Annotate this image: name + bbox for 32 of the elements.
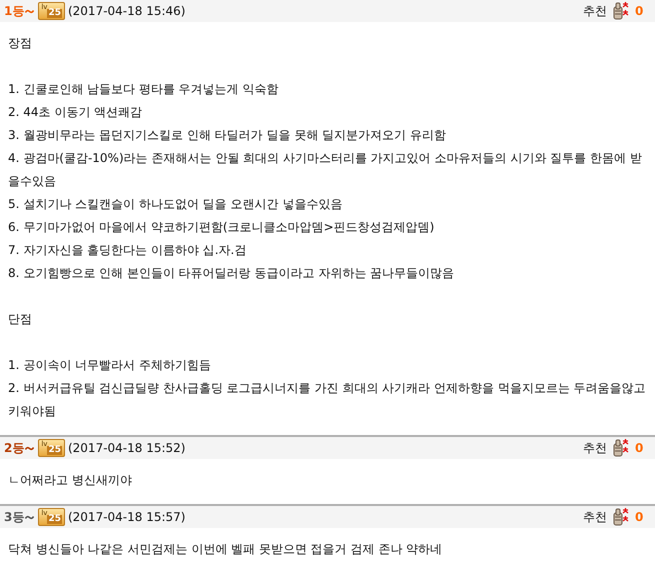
comment-text: 3. 월광비무라는 몹던지기스킬로 인해 타딜러가 딜을 못해 딜지분가져오기 유리함 (8, 127, 447, 144)
tilde-icon (25, 8, 34, 14)
comment-text: 1. 공이속이 너무빨라서 주체하기힘듬 (8, 357, 212, 374)
comment-text: 2. 버서커급유틸 검신급딜량 찬사급홀딩 로그급시너지를 가진 희대의 사기캐라 언제하향을 먹을지모르는 두려움을않고 키워야됨 (8, 380, 647, 420)
recommend-count: 0 (635, 441, 644, 455)
recommend-count: 0 (635, 510, 644, 524)
comment-text: 닥쳐 병신들아 나같은 서민검제는 이번에 벨패 못받으면 접을거 검제 존나 약하네 (8, 541, 444, 558)
comment-time: (2017-04-18 15:52) (68, 441, 186, 455)
comment-text: ㄴ어쩌라고 병신새끼야 (8, 472, 133, 489)
comment-time: (2017-04-18 15:57) (68, 510, 186, 524)
comment-text: 7. 자기자신을 홀딩한다는 이름하야 십.자.검 (8, 242, 248, 259)
comment-text: 5. 설치기나 스킬캔슬이 하나도없어 딜을 오랜시간 넣을수있음 (8, 196, 344, 213)
comment-text: 8. 오기힘빵으로 인해 본인들이 타퓨어딜러랑 동급이라고 자위하는 꿈나무들이많음 (8, 265, 456, 282)
comment-text: 1. 긴쿨로인해 남들보다 평타를 우겨넣는게 익숙함 (8, 81, 280, 98)
rank-label: 2등 (4, 440, 24, 456)
comment-text: 2. 44초 이동기 액션쾌감 (8, 104, 144, 121)
tilde-icon (25, 514, 34, 520)
recommend-label: 추천 (583, 508, 607, 526)
section-heading: 장점 (8, 35, 33, 52)
rank-label: 3등 (4, 508, 24, 526)
thumbs-up-icon[interactable] (611, 507, 631, 527)
recommend-count: 0 (635, 4, 644, 18)
recommend-label: 추천 (583, 440, 607, 456)
rank-label: 1등 (4, 2, 24, 20)
comment-time: (2017-04-18 15:46) (68, 4, 186, 18)
recommend-label: 추천 (583, 2, 607, 20)
thumbs-up-icon[interactable] (611, 438, 631, 458)
thumbs-up-icon[interactable] (611, 1, 631, 21)
comment-text: 6. 무기마가없어 마을에서 약코하기편함(크로니클소마압뎀>핀드창성검제압뎀) (8, 219, 436, 236)
comment-text: 4. 광검마(쿨감-10%)라는 존재해서는 안될 희대의 사기마스터리를 가지고있어 소마유저들의 시기와 질투를 한몸에 받을수있음 (8, 150, 643, 190)
section-heading: 단점 (8, 311, 33, 328)
tilde-icon (25, 446, 34, 450)
